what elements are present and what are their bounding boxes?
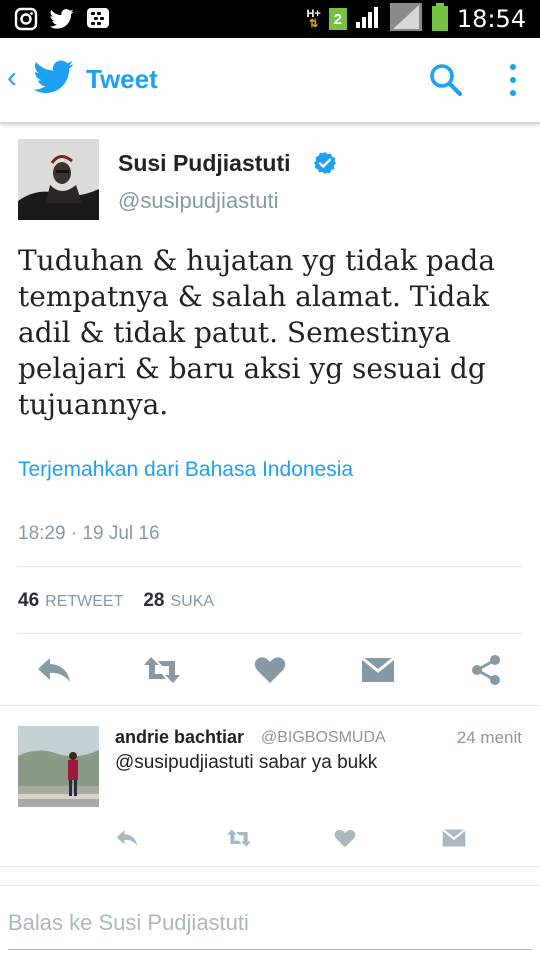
battery-icon <box>431 2 449 36</box>
back-icon[interactable]: ‹ <box>7 60 17 96</box>
divider <box>0 885 540 886</box>
share-icon[interactable] <box>466 652 506 688</box>
like-count[interactable]: 28 <box>143 590 164 612</box>
divider <box>18 633 522 634</box>
retweet-label[interactable]: RETWEET <box>45 593 123 611</box>
more-icon[interactable] <box>505 62 521 100</box>
page-title: Tweet <box>86 64 158 94</box>
like-label[interactable]: SUKA <box>171 593 215 611</box>
reply-time: 24 menit <box>456 728 522 747</box>
reply-author-handle[interactable]: @BIGBOSMUDA <box>261 729 386 747</box>
bbm-icon <box>86 7 110 31</box>
retweet-icon[interactable] <box>142 652 182 688</box>
signal-icon <box>355 5 381 34</box>
divider <box>18 566 522 567</box>
reply-icon[interactable] <box>34 652 74 688</box>
reply-like-icon[interactable] <box>330 826 360 850</box>
translate-link[interactable]: Terjemahkan dari Bahasa Indonesia <box>18 458 353 482</box>
avatar[interactable] <box>18 139 99 220</box>
clock: 18:54 <box>456 5 526 33</box>
app-bar: ‹ Tweet <box>0 38 540 124</box>
status-bar: H+ ⇅ 2 18:54 <box>0 0 540 38</box>
reply-message-icon[interactable] <box>439 826 469 850</box>
instagram-icon <box>14 7 38 31</box>
divider <box>0 866 540 867</box>
network-type: H+ ⇅ <box>306 8 321 30</box>
reply-retweet-icon[interactable] <box>224 826 254 850</box>
compose-underline <box>8 949 532 950</box>
twitter-icon <box>50 7 74 31</box>
message-icon[interactable] <box>358 652 398 688</box>
tweet-text: Tuduhan & hujatan yg tidak pada tempatny… <box>18 244 496 421</box>
retweet-count[interactable]: 46 <box>18 590 39 612</box>
reply-reply-icon[interactable] <box>112 826 142 850</box>
twitter-bird-icon[interactable] <box>33 60 74 99</box>
divider <box>0 705 540 706</box>
like-icon[interactable] <box>250 652 290 688</box>
verified-badge-icon <box>313 151 337 180</box>
search-icon[interactable] <box>428 62 464 103</box>
signal-icon-sim2 <box>389 2 423 37</box>
tweet-stats: 46 RETWEET 28 SUKA <box>18 590 234 612</box>
reply-text: @susipudjiastuti sabar ya bukk <box>115 752 378 773</box>
author-name[interactable]: Susi Pudjiastuti <box>118 150 291 177</box>
sim-badge: 2 <box>328 8 347 30</box>
reply-compose-input[interactable]: Balas ke Susi Pudjiastuti <box>8 910 249 936</box>
author-handle[interactable]: @susipudjiastuti <box>118 188 279 214</box>
reply-avatar[interactable] <box>18 726 99 807</box>
tweet-timestamp: 18:29 · 19 Jul 16 <box>18 523 160 544</box>
reply-author-name[interactable]: andrie bachtiar <box>115 727 244 748</box>
